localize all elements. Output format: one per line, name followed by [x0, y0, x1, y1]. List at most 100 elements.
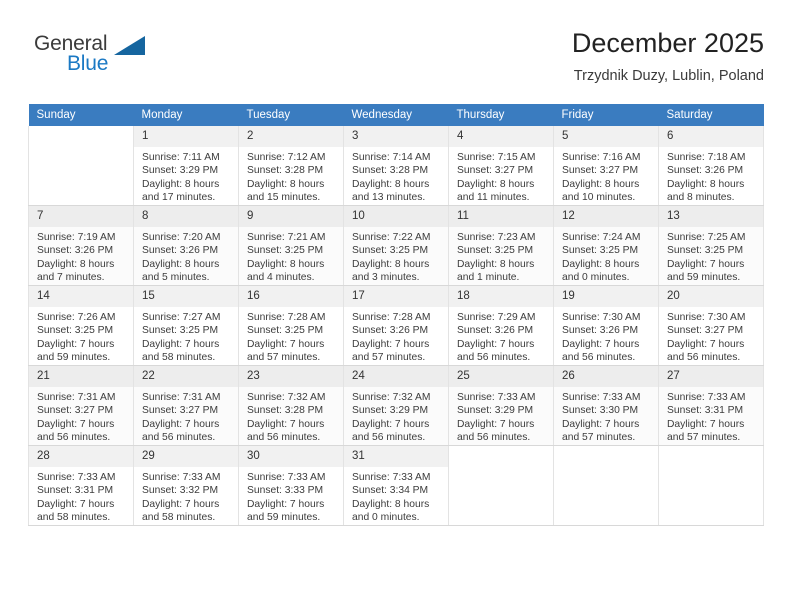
- daylight-text-line1: Daylight: 7 hours: [667, 338, 745, 350]
- calendar-cell[interactable]: 12 Sunrise: 7:24 AM Sunset: 3:25 PM Dayl…: [553, 205, 659, 286]
- sunset-text: Sunset: 3:25 PM: [247, 325, 324, 337]
- day-details: Sunrise: 7:16 AM Sunset: 3:27 PM Dayligh…: [554, 147, 658, 205]
- day-number: 5: [554, 126, 658, 147]
- sunset-text: Sunset: 3:34 PM: [352, 485, 429, 497]
- day-details: Sunrise: 7:24 AM Sunset: 3:25 PM Dayligh…: [554, 227, 658, 285]
- calendar-cell[interactable]: 13 Sunrise: 7:25 AM Sunset: 3:25 PM Dayl…: [658, 205, 764, 286]
- day-details: Sunrise: 7:23 AM Sunset: 3:25 PM Dayligh…: [449, 227, 553, 285]
- calendar-cell[interactable]: 25 Sunrise: 7:33 AM Sunset: 3:29 PM Dayl…: [448, 365, 554, 446]
- day-number: 31: [344, 446, 448, 467]
- calendar-cell[interactable]: 27 Sunrise: 7:33 AM Sunset: 3:31 PM Dayl…: [658, 365, 764, 446]
- calendar-cell[interactable]: 9 Sunrise: 7:21 AM Sunset: 3:25 PM Dayli…: [238, 205, 344, 286]
- sunrise-text: Sunrise: 7:27 AM: [142, 312, 221, 323]
- calendar-cell[interactable]: 15 Sunrise: 7:27 AM Sunset: 3:25 PM Dayl…: [133, 285, 239, 366]
- sunrise-text: Sunrise: 7:15 AM: [457, 152, 536, 163]
- calendar-cell[interactable]: 22 Sunrise: 7:31 AM Sunset: 3:27 PM Dayl…: [133, 365, 239, 446]
- daylight-text-line2: and 1 minute.: [457, 272, 520, 284]
- calendar-cell[interactable]: 17 Sunrise: 7:28 AM Sunset: 3:26 PM Dayl…: [343, 285, 449, 366]
- calendar-cell[interactable]: 19 Sunrise: 7:30 AM Sunset: 3:26 PM Dayl…: [553, 285, 659, 366]
- day-number: 20: [659, 286, 763, 307]
- daylight-text-line1: Daylight: 7 hours: [457, 338, 535, 350]
- daylight-text-line1: Daylight: 8 hours: [457, 258, 535, 270]
- calendar-cell[interactable]: 31 Sunrise: 7:33 AM Sunset: 3:34 PM Dayl…: [343, 445, 449, 526]
- sunset-text: Sunset: 3:27 PM: [37, 405, 114, 417]
- daylight-text-line2: and 56 minutes.: [37, 432, 111, 444]
- daylight-text-line1: Daylight: 8 hours: [352, 178, 430, 190]
- day-details: Sunrise: 7:33 AM Sunset: 3:31 PM Dayligh…: [659, 387, 763, 445]
- daylight-text-line2: and 57 minutes.: [352, 352, 426, 364]
- sunset-text: Sunset: 3:32 PM: [142, 485, 219, 497]
- day-number: 10: [344, 206, 448, 227]
- daylight-text-line1: Daylight: 8 hours: [562, 178, 640, 190]
- sunrise-text: Sunrise: 7:33 AM: [352, 472, 431, 483]
- sunset-text: Sunset: 3:26 PM: [562, 325, 639, 337]
- daylight-text-line1: Daylight: 8 hours: [667, 178, 745, 190]
- weekday-header-tuesday: Tuesday: [238, 104, 344, 126]
- calendar-cell-empty: [553, 445, 659, 526]
- calendar-cell[interactable]: 28 Sunrise: 7:33 AM Sunset: 3:31 PM Dayl…: [28, 445, 134, 526]
- day-details: Sunrise: 7:30 AM Sunset: 3:26 PM Dayligh…: [554, 307, 658, 365]
- sunset-text: Sunset: 3:26 PM: [457, 325, 534, 337]
- calendar-cell[interactable]: 29 Sunrise: 7:33 AM Sunset: 3:32 PM Dayl…: [133, 445, 239, 526]
- daylight-text-line1: Daylight: 8 hours: [37, 258, 115, 270]
- sunset-text: Sunset: 3:30 PM: [562, 405, 639, 417]
- sunset-text: Sunset: 3:33 PM: [247, 485, 324, 497]
- daylight-text-line2: and 56 minutes.: [142, 432, 216, 444]
- calendar-cell[interactable]: 21 Sunrise: 7:31 AM Sunset: 3:27 PM Dayl…: [28, 365, 134, 446]
- calendar-cell[interactable]: 3 Sunrise: 7:14 AM Sunset: 3:28 PM Dayli…: [343, 126, 449, 206]
- day-details: Sunrise: 7:33 AM Sunset: 3:32 PM Dayligh…: [134, 467, 238, 525]
- calendar-cell[interactable]: 20 Sunrise: 7:30 AM Sunset: 3:27 PM Dayl…: [658, 285, 764, 366]
- calendar-cell[interactable]: 5 Sunrise: 7:16 AM Sunset: 3:27 PM Dayli…: [553, 126, 659, 206]
- day-details: Sunrise: 7:26 AM Sunset: 3:25 PM Dayligh…: [29, 307, 133, 365]
- calendar-cell[interactable]: 24 Sunrise: 7:32 AM Sunset: 3:29 PM Dayl…: [343, 365, 449, 446]
- sunset-text: Sunset: 3:29 PM: [352, 405, 429, 417]
- calendar-cell[interactable]: 26 Sunrise: 7:33 AM Sunset: 3:30 PM Dayl…: [553, 365, 659, 446]
- daylight-text-line2: and 58 minutes.: [37, 512, 111, 524]
- calendar-cell[interactable]: 4 Sunrise: 7:15 AM Sunset: 3:27 PM Dayli…: [448, 126, 554, 206]
- day-number: 1: [134, 126, 238, 147]
- daylight-text-line1: Daylight: 7 hours: [247, 498, 325, 510]
- calendar-cell[interactable]: 14 Sunrise: 7:26 AM Sunset: 3:25 PM Dayl…: [28, 285, 134, 366]
- sunset-text: Sunset: 3:25 PM: [142, 325, 219, 337]
- calendar-cell[interactable]: 6 Sunrise: 7:18 AM Sunset: 3:26 PM Dayli…: [658, 126, 764, 206]
- calendar-cell[interactable]: 7 Sunrise: 7:19 AM Sunset: 3:26 PM Dayli…: [28, 205, 134, 286]
- sunset-text: Sunset: 3:28 PM: [352, 165, 429, 177]
- daylight-text-line1: Daylight: 7 hours: [562, 338, 640, 350]
- sunrise-text: Sunrise: 7:33 AM: [37, 472, 116, 483]
- sunset-text: Sunset: 3:25 PM: [37, 325, 114, 337]
- day-number: 13: [659, 206, 763, 227]
- daylight-text-line1: Daylight: 7 hours: [142, 418, 220, 430]
- day-number: 2: [239, 126, 343, 147]
- calendar-cell[interactable]: 11 Sunrise: 7:23 AM Sunset: 3:25 PM Dayl…: [448, 205, 554, 286]
- calendar-cell[interactable]: 18 Sunrise: 7:29 AM Sunset: 3:26 PM Dayl…: [448, 285, 554, 366]
- day-details: Sunrise: 7:33 AM Sunset: 3:31 PM Dayligh…: [29, 467, 133, 525]
- calendar-cell[interactable]: 16 Sunrise: 7:28 AM Sunset: 3:25 PM Dayl…: [238, 285, 344, 366]
- sunrise-text: Sunrise: 7:32 AM: [247, 392, 326, 403]
- daylight-text-line2: and 3 minutes.: [352, 272, 420, 284]
- sunrise-text: Sunrise: 7:33 AM: [247, 472, 326, 483]
- calendar-cell[interactable]: 30 Sunrise: 7:33 AM Sunset: 3:33 PM Dayl…: [238, 445, 344, 526]
- calendar-cell[interactable]: 23 Sunrise: 7:32 AM Sunset: 3:28 PM Dayl…: [238, 365, 344, 446]
- calendar-cell[interactable]: 1 Sunrise: 7:11 AM Sunset: 3:29 PM Dayli…: [133, 126, 239, 206]
- calendar-cell[interactable]: 10 Sunrise: 7:22 AM Sunset: 3:25 PM Dayl…: [343, 205, 449, 286]
- day-number: 18: [449, 286, 553, 307]
- day-number: 11: [449, 206, 553, 227]
- daylight-text-line2: and 11 minutes.: [457, 192, 530, 204]
- day-details: Sunrise: 7:33 AM Sunset: 3:34 PM Dayligh…: [344, 467, 448, 525]
- day-details: Sunrise: 7:18 AM Sunset: 3:26 PM Dayligh…: [659, 147, 763, 205]
- sunset-text: Sunset: 3:26 PM: [667, 165, 744, 177]
- calendar-cell[interactable]: 2 Sunrise: 7:12 AM Sunset: 3:28 PM Dayli…: [238, 126, 344, 206]
- daylight-text-line2: and 58 minutes.: [142, 352, 216, 364]
- weekday-header-sunday: Sunday: [28, 104, 134, 126]
- daylight-text-line1: Daylight: 8 hours: [562, 258, 640, 270]
- sunrise-text: Sunrise: 7:33 AM: [457, 392, 536, 403]
- sunrise-text: Sunrise: 7:11 AM: [142, 152, 220, 163]
- calendar-cell[interactable]: 8 Sunrise: 7:20 AM Sunset: 3:26 PM Dayli…: [133, 205, 239, 286]
- page-title: December 2025: [571, 28, 764, 58]
- day-details: Sunrise: 7:29 AM Sunset: 3:26 PM Dayligh…: [449, 307, 553, 365]
- weekday-header-monday: Monday: [133, 104, 239, 126]
- daylight-text-line2: and 56 minutes.: [457, 352, 531, 364]
- daylight-text-line1: Daylight: 7 hours: [457, 418, 535, 430]
- daylight-text-line1: Daylight: 7 hours: [247, 338, 325, 350]
- day-details: Sunrise: 7:32 AM Sunset: 3:28 PM Dayligh…: [239, 387, 343, 445]
